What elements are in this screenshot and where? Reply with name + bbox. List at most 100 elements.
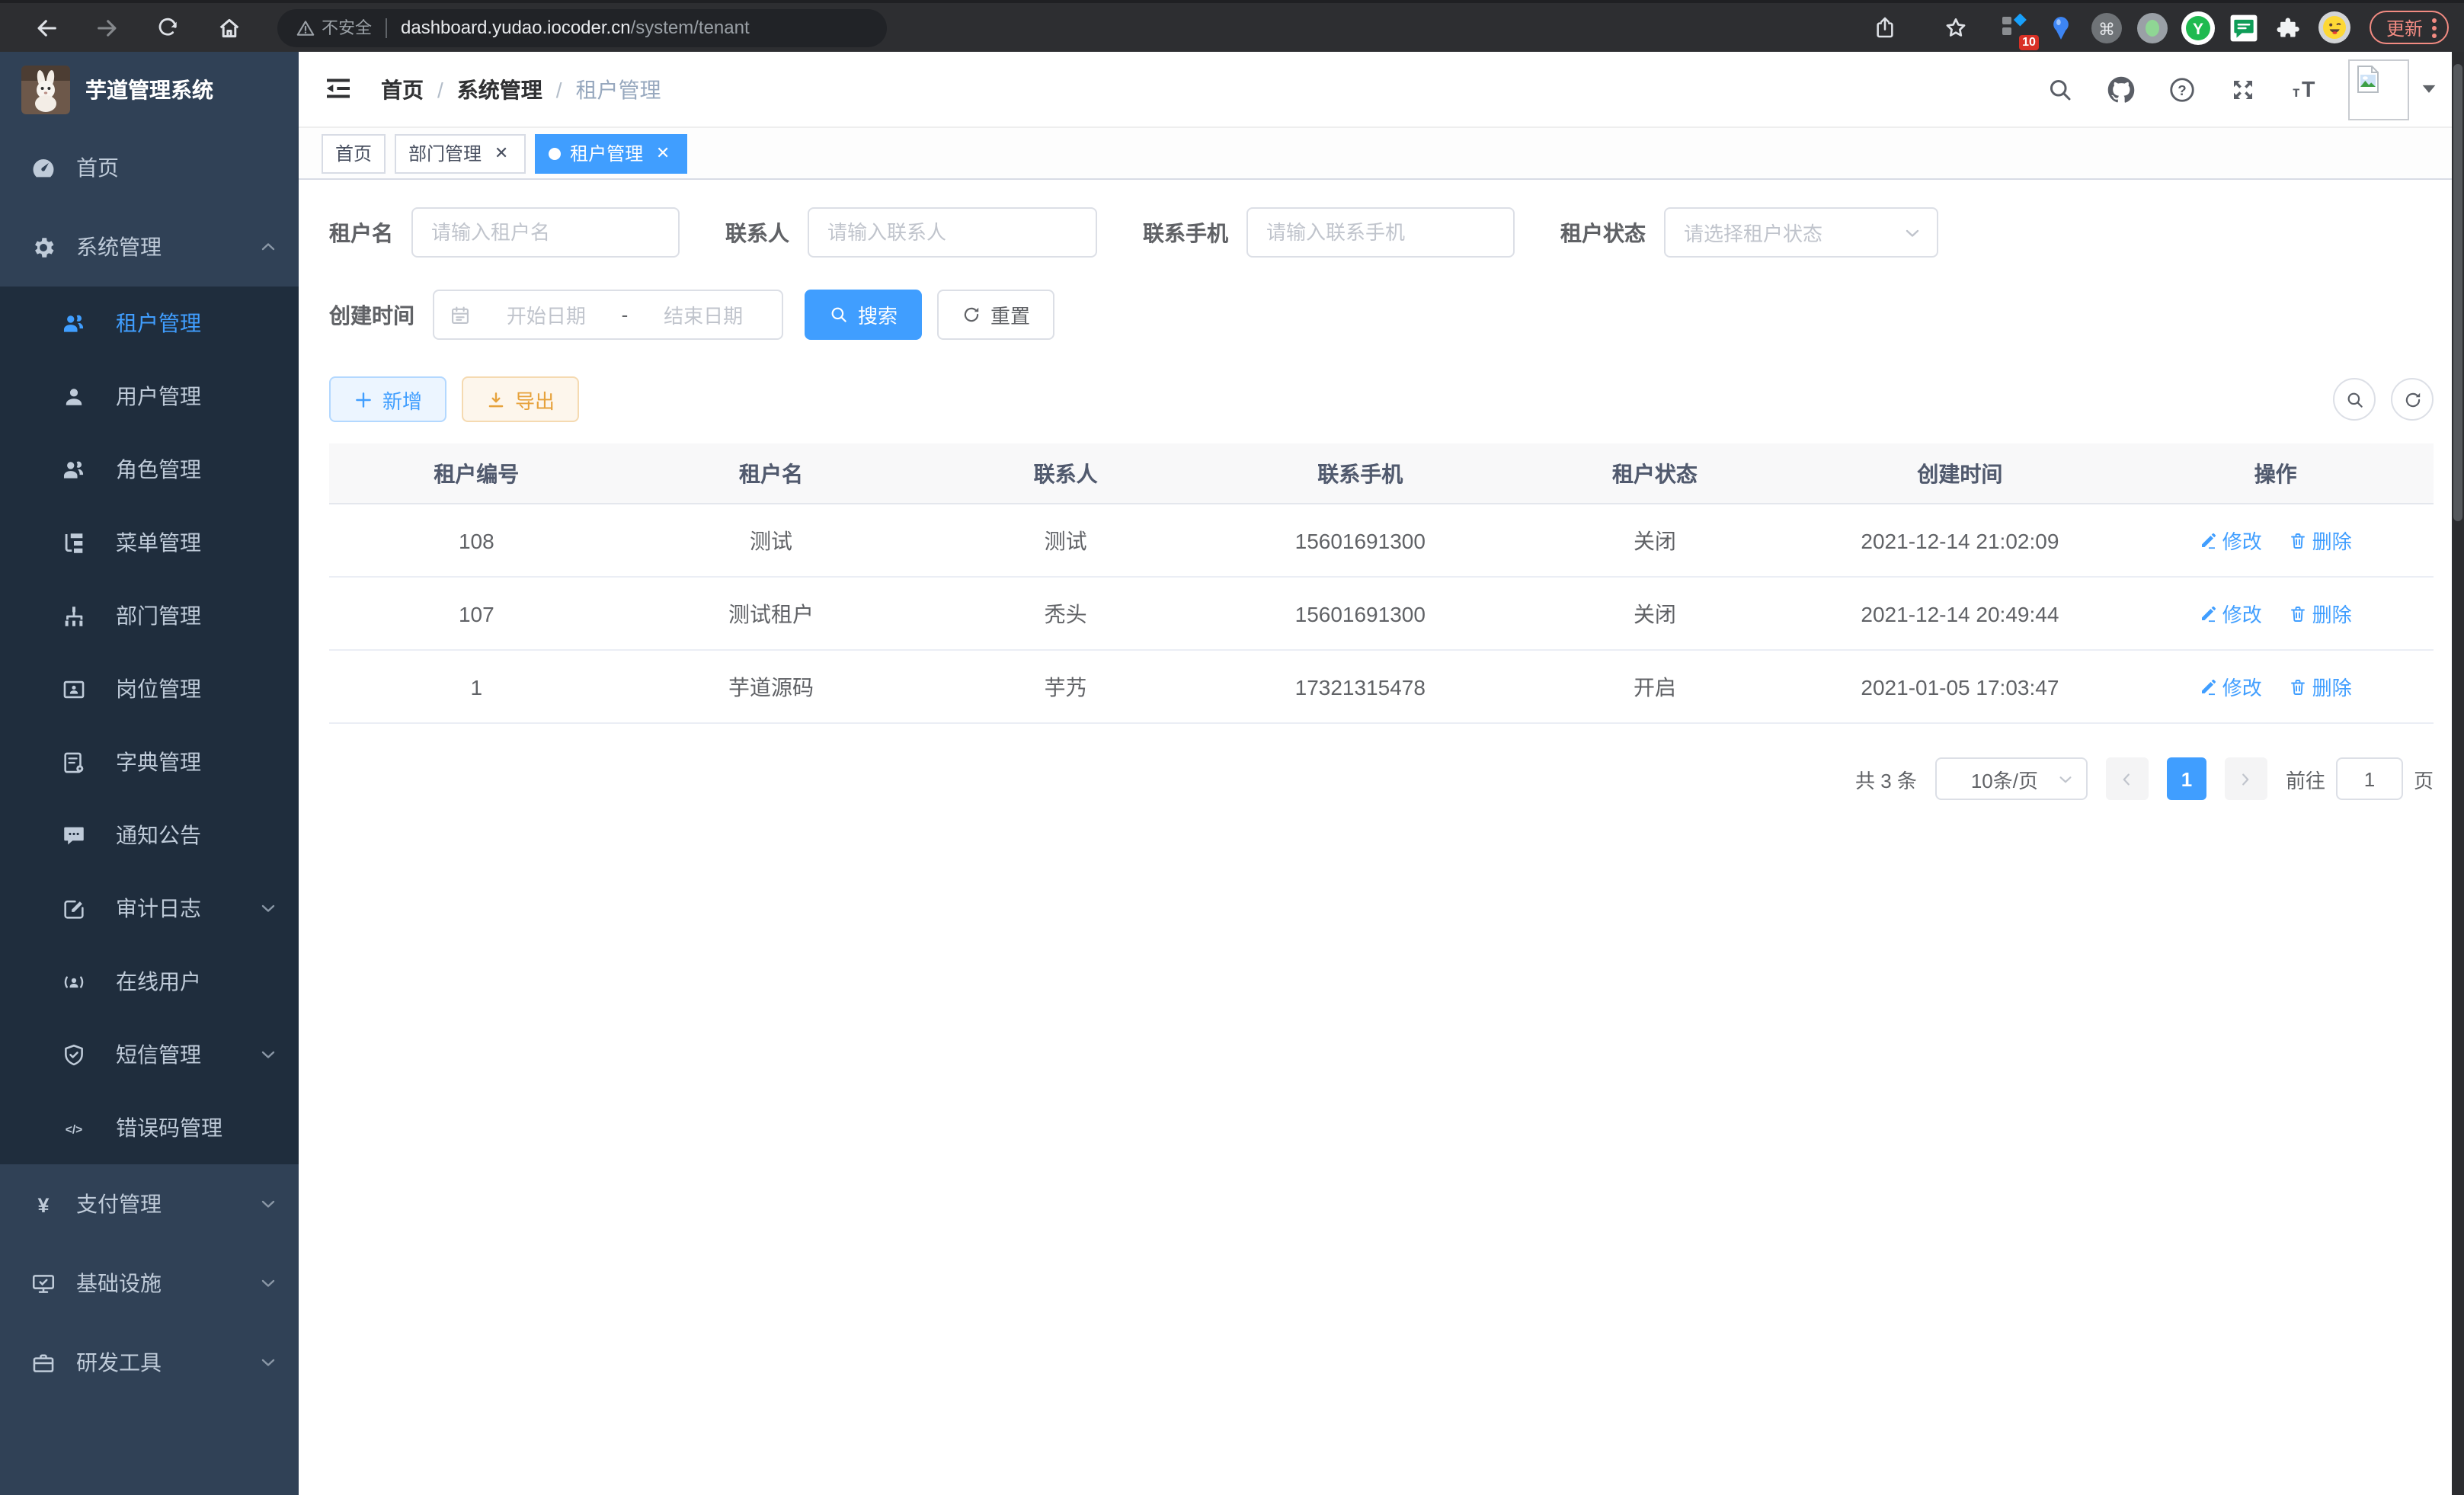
- sidebar-item-在线用户[interactable]: 在线用户: [0, 945, 299, 1018]
- next-page-button[interactable]: [2225, 757, 2267, 800]
- table-header: 租户编号租户名联系人联系手机租户状态创建时间操作: [329, 443, 2434, 504]
- contact-label: 联系人: [725, 217, 789, 248]
- extension-green-dot-icon[interactable]: [2135, 10, 2170, 45]
- tab-label: 租户管理: [570, 140, 643, 166]
- browser-forward-icon[interactable]: [84, 5, 130, 50]
- delete-link[interactable]: 删除: [2290, 526, 2352, 555]
- tenant-name-input[interactable]: [411, 207, 680, 258]
- refresh-icon: [962, 305, 981, 325]
- prev-page-button[interactable]: [2106, 757, 2149, 800]
- delete-link[interactable]: 删除: [2290, 672, 2352, 701]
- tab-首页[interactable]: 首页: [322, 133, 386, 173]
- tab-部门管理[interactable]: 部门管理 ✕: [395, 133, 526, 173]
- table-row: 1 芋道源码 芋艿 17321315478 开启 2021-01-05 17:0…: [329, 651, 2434, 724]
- user-menu[interactable]: [2348, 59, 2437, 120]
- page-scrollbar[interactable]: [2452, 52, 2464, 1495]
- breadcrumb-separator: /: [437, 77, 443, 101]
- page-size-select[interactable]: 10条/页: [1935, 757, 2088, 800]
- profile-emoji-icon[interactable]: [2318, 10, 2353, 45]
- sidebar-item-label: 基础设施: [76, 1268, 259, 1298]
- font-size-icon[interactable]: [2287, 72, 2321, 106]
- close-icon[interactable]: ✕: [652, 142, 674, 164]
- cell-status: 关闭: [1508, 598, 1803, 629]
- sidebar-item-短信管理[interactable]: 短信管理: [0, 1018, 299, 1091]
- export-button[interactable]: 导出: [462, 376, 579, 422]
- fullscreen-icon[interactable]: [2226, 72, 2260, 106]
- pencil-icon: [2200, 604, 2218, 623]
- refresh-table-button[interactable]: [2391, 378, 2434, 421]
- search-button[interactable]: 搜索: [805, 290, 922, 340]
- sidebar-item-岗位管理[interactable]: 岗位管理: [0, 652, 299, 725]
- avatar[interactable]: [2348, 59, 2409, 120]
- audit-log-icon: [55, 890, 91, 927]
- header-search-icon[interactable]: [2043, 72, 2077, 106]
- close-icon[interactable]: ✕: [491, 142, 512, 164]
- status-label: 租户状态: [1560, 217, 1646, 248]
- sidebar-item-通知公告[interactable]: 通知公告: [0, 799, 299, 872]
- devtools-case-icon: [24, 1344, 61, 1381]
- sidebar-item-首页[interactable]: 首页: [0, 128, 299, 207]
- tab-租户管理[interactable]: 租户管理 ✕: [535, 133, 687, 173]
- breadcrumb-item-首页[interactable]: 首页: [381, 74, 424, 104]
- table-row: 108 测试 测试 15601691300 关闭 2021-12-14 21:0…: [329, 504, 2434, 578]
- tab-label: 部门管理: [408, 140, 482, 166]
- share-icon[interactable]: [1862, 5, 1908, 50]
- app-logo[interactable]: 芋道管理系统: [0, 52, 299, 128]
- extension-puzzle-icon[interactable]: [2272, 10, 2307, 45]
- contact-input[interactable]: [808, 207, 1097, 258]
- sidebar-item-错误码管理[interactable]: 错误码管理: [0, 1091, 299, 1164]
- sidebar-item-字典管理[interactable]: 字典管理: [0, 725, 299, 799]
- sidebar-item-系统管理[interactable]: 系统管理: [0, 207, 299, 287]
- search-icon: [829, 305, 849, 325]
- address-bar[interactable]: 不安全 dashboard.yudao.iocoder.cn/system/te…: [277, 8, 887, 46]
- browser-home-icon[interactable]: [206, 5, 251, 50]
- sidebar-item-菜单管理[interactable]: 菜单管理: [0, 506, 299, 579]
- phone-input[interactable]: [1246, 207, 1515, 258]
- browser-reload-icon[interactable]: [145, 5, 190, 50]
- table-row: 107 测试租户 秃头 15601691300 关闭 2021-12-14 20…: [329, 578, 2434, 651]
- page-number-1[interactable]: 1: [2167, 757, 2206, 800]
- edit-link[interactable]: 修改: [2200, 672, 2262, 701]
- extension-blocks-icon[interactable]: 10: [1998, 10, 2033, 45]
- warning-icon: [296, 18, 315, 37]
- gear-icon: [24, 229, 61, 265]
- chevron-icon: [259, 1274, 277, 1292]
- sidebar-item-审计日志[interactable]: 审计日志: [0, 872, 299, 945]
- browser-back-icon[interactable]: [23, 5, 69, 50]
- browser-update-button[interactable]: 更新: [2370, 11, 2449, 44]
- sidebar-item-基础设施[interactable]: 基础设施: [0, 1244, 299, 1323]
- extension-balloon-icon[interactable]: [2043, 10, 2078, 45]
- edit-link[interactable]: 修改: [2200, 526, 2262, 555]
- site-security[interactable]: 不安全: [296, 15, 372, 40]
- sidebar-item-角色管理[interactable]: 角色管理: [0, 433, 299, 506]
- sidebar-item-租户管理[interactable]: 租户管理: [0, 287, 299, 360]
- caret-down-icon: [2421, 75, 2437, 103]
- github-icon[interactable]: [2104, 72, 2138, 106]
- cell-status: 开启: [1508, 671, 1803, 702]
- extension-chat-icon[interactable]: [2226, 10, 2261, 45]
- sidebar-item-研发工具[interactable]: 研发工具: [0, 1323, 299, 1402]
- bookmark-star-icon[interactable]: [1934, 5, 1979, 50]
- browser-toolbar: 不安全 dashboard.yudao.iocoder.cn/system/te…: [0, 0, 2464, 52]
- sidebar-item-部门管理[interactable]: 部门管理: [0, 579, 299, 652]
- sidebar-toggle-icon[interactable]: [323, 72, 357, 106]
- security-label: 不安全: [322, 15, 372, 40]
- add-button[interactable]: 新增: [329, 376, 446, 422]
- help-icon[interactable]: [2165, 72, 2199, 106]
- sidebar-item-支付管理[interactable]: 支付管理: [0, 1164, 299, 1244]
- extension-command-icon[interactable]: ⌘: [2089, 10, 2124, 45]
- edit-link[interactable]: 修改: [2200, 599, 2262, 628]
- browser-menu-icon[interactable]: [2432, 18, 2437, 37]
- status-select[interactable]: 请选择租户状态: [1664, 207, 1938, 258]
- date-range-picker[interactable]: 开始日期 - 结束日期: [433, 290, 783, 340]
- sidebar-item-用户管理[interactable]: 用户管理: [0, 360, 299, 433]
- extension-y-logo-icon[interactable]: Y: [2181, 10, 2216, 45]
- delete-link[interactable]: 删除: [2290, 599, 2352, 628]
- toggle-search-button[interactable]: [2333, 378, 2376, 421]
- jump-page-input[interactable]: [2336, 757, 2403, 800]
- dept-tree-icon: [55, 597, 91, 634]
- reset-button[interactable]: 重置: [937, 290, 1054, 340]
- cell-status: 关闭: [1508, 525, 1803, 555]
- cell-created: 2021-01-05 17:03:47: [1802, 674, 2117, 699]
- breadcrumb-item-系统管理[interactable]: 系统管理: [457, 74, 542, 104]
